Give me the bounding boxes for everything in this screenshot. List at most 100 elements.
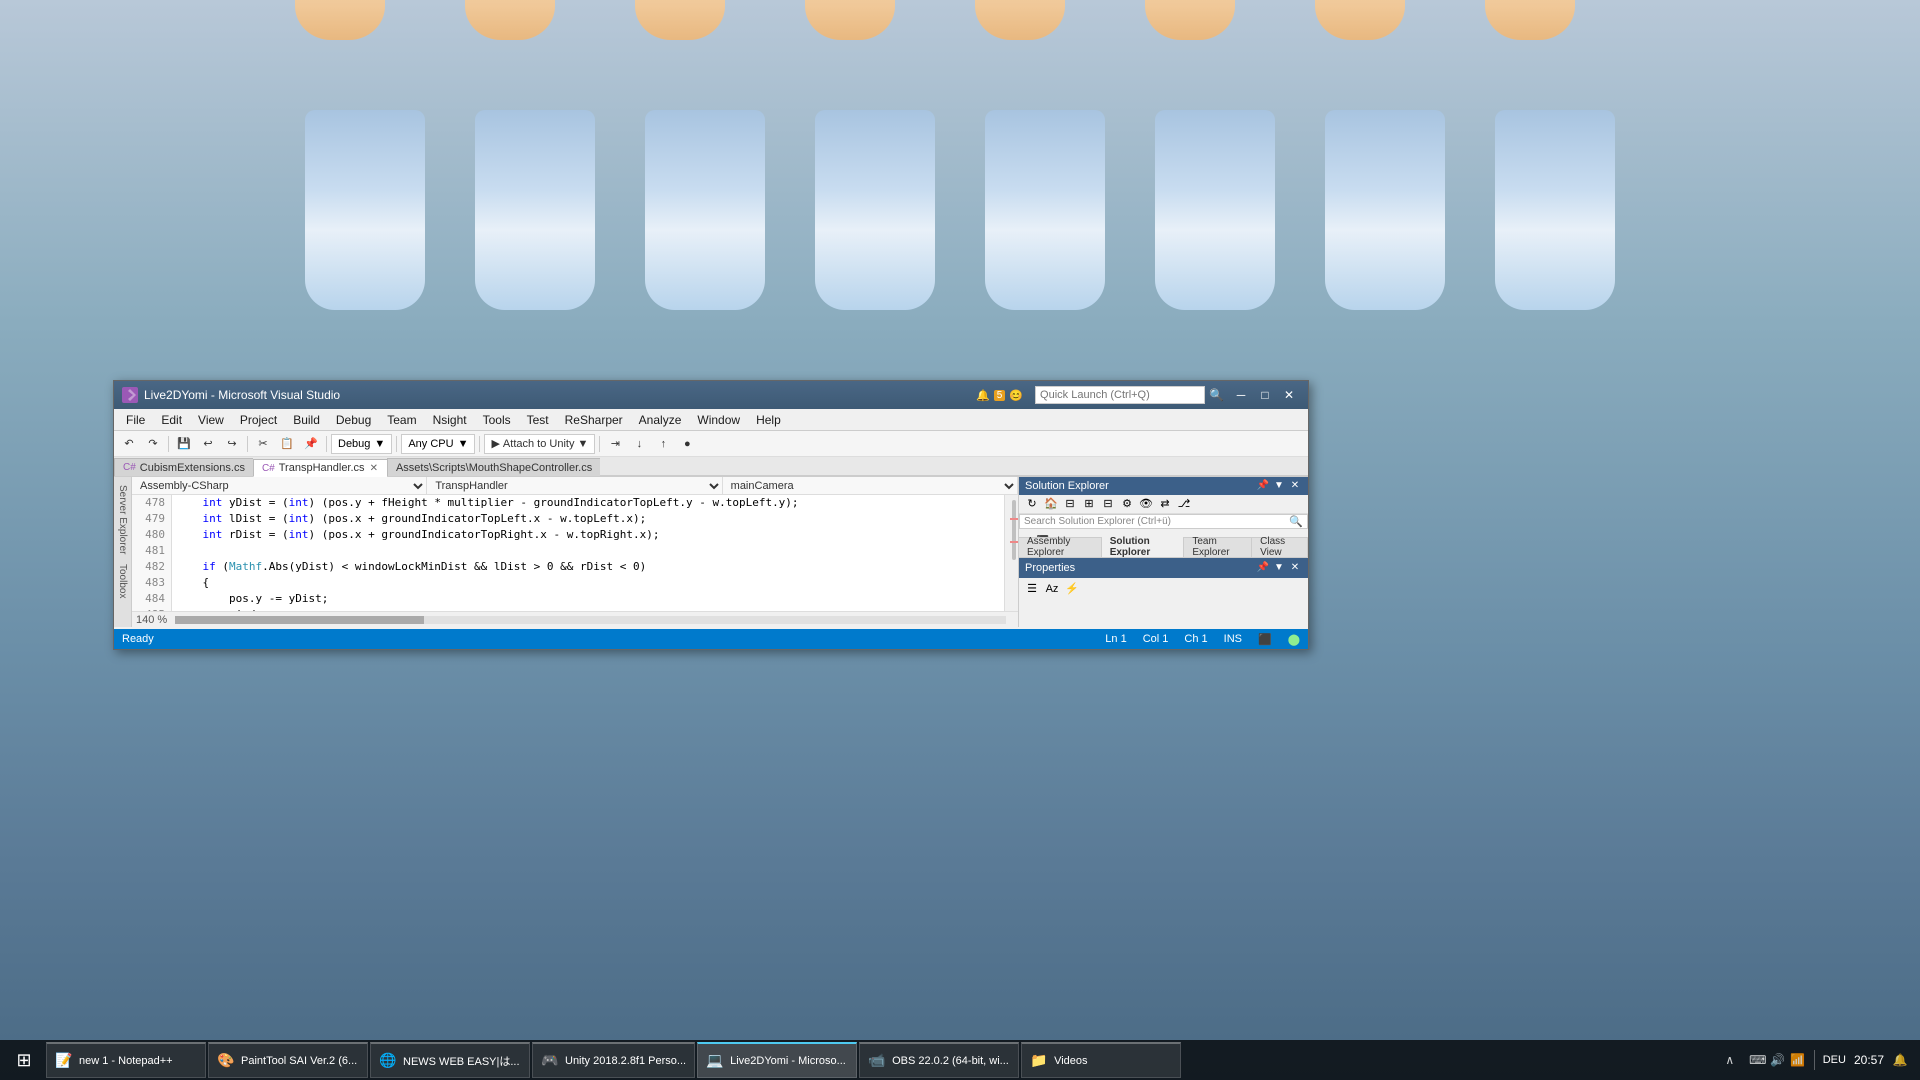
props-alpha-btn[interactable]: Az xyxy=(1043,580,1061,598)
taskbar-app-unity[interactable]: 🎮 Unity 2018.2.8f1 Perso... xyxy=(532,1042,695,1078)
props-close-btn[interactable]: ✕ xyxy=(1288,561,1302,575)
notifications-icon[interactable]: 🔔 xyxy=(1892,1052,1908,1068)
sol-tab-assembly[interactable]: Assembly Explorer xyxy=(1019,537,1102,557)
taskbar-app-vs[interactable]: 💻 Live2DYomi - Microso... xyxy=(697,1042,857,1078)
sol-tab-solution[interactable]: Solution Explorer xyxy=(1102,537,1185,557)
taskbar-app-news[interactable]: 🌐 NEWS WEB EASY|は... xyxy=(370,1042,530,1078)
menu-team[interactable]: Team xyxy=(379,411,424,429)
menu-analyze[interactable]: Analyze xyxy=(631,411,690,429)
member-select[interactable]: mainCamera xyxy=(723,477,1018,495)
attach-to-unity-button[interactable]: ▶ Attach to Unity ▼ xyxy=(484,434,595,454)
menu-file[interactable]: File xyxy=(118,411,153,429)
platform-dropdown[interactable]: Any CPU ▼ xyxy=(401,434,475,454)
menu-help[interactable]: Help xyxy=(748,411,789,429)
horizontal-scrollbar-thumb[interactable] xyxy=(175,616,424,624)
props-cat-btn[interactable]: ☰ xyxy=(1023,580,1041,598)
sol-refresh-btn[interactable]: ↻ xyxy=(1023,495,1041,513)
sol-props-btn[interactable]: ⚙ xyxy=(1118,495,1136,513)
vs-statusbar: Ready Ln 1 Col 1 Ch 1 INS ⬛ ⬤ xyxy=(114,629,1308,649)
tray-separator xyxy=(1814,1050,1815,1070)
menu-debug[interactable]: Debug xyxy=(328,411,379,429)
toolbar-paste-btn[interactable]: 📌 xyxy=(300,434,322,454)
tab-mouthshape-label: Assets\Scripts\MouthShapeController.cs xyxy=(396,462,592,474)
scrollbar-thumb[interactable] xyxy=(1012,500,1016,560)
toolbar-back-btn[interactable]: ↶ xyxy=(118,434,140,454)
chevron-up-icon[interactable]: ∧ xyxy=(1722,1052,1738,1068)
menu-view[interactable]: View xyxy=(190,411,232,429)
toolbar-step-over-btn[interactable]: ⇥ xyxy=(604,434,626,454)
debug-config-label: Debug xyxy=(338,438,370,450)
props-dropdown-btn[interactable]: ▼ xyxy=(1272,561,1286,575)
horizontal-scrollbar[interactable] xyxy=(175,616,1006,624)
panel-pin-btn[interactable]: 📌 xyxy=(1256,479,1270,493)
panel-close-btn[interactable]: ✕ xyxy=(1288,479,1302,493)
toolbar-save-btn[interactable]: 💾 xyxy=(173,434,195,454)
solution-panel-tabs: Assembly Explorer Solution Explorer Team… xyxy=(1019,537,1308,557)
menu-build[interactable]: Build xyxy=(285,411,328,429)
tab-cubism-label: CubismExtensions.cs xyxy=(140,462,245,474)
code-vertical-scrollbar[interactable] xyxy=(1004,495,1018,611)
props-control-buttons: 📌 ▼ ✕ xyxy=(1256,561,1302,575)
class-select[interactable]: TranspHandler xyxy=(427,477,722,495)
solution-search-box[interactable]: Search Solution Explorer (Ctrl+ü) 🔍 xyxy=(1019,514,1308,529)
taskbar-app-sai[interactable]: 🎨 PaintTool SAI Ver.2 (6... xyxy=(208,1042,368,1078)
sol-expand-btn[interactable]: ⊞ xyxy=(1080,495,1098,513)
assembly-select[interactable]: Assembly-CSharp xyxy=(132,477,427,495)
menu-project[interactable]: Project xyxy=(232,411,285,429)
tab-cubism[interactable]: C# CubismExtensions.cs xyxy=(114,458,253,476)
volume-icon[interactable]: 🔊 xyxy=(1770,1052,1786,1068)
toolbar-step-into-btn[interactable]: ↓ xyxy=(628,434,650,454)
tab-close-icon[interactable]: ✕ xyxy=(369,463,379,474)
menu-nsight[interactable]: Nsight xyxy=(425,411,475,429)
toolbar-redo-btn[interactable]: ↪ xyxy=(221,434,243,454)
toolbar-breakpoint-btn[interactable]: ● xyxy=(676,434,698,454)
menu-resharper[interactable]: ReSharper xyxy=(557,411,631,429)
sol-home-btn[interactable]: 🏠 xyxy=(1042,495,1060,513)
sol-git-btn[interactable]: ⎇ xyxy=(1175,495,1193,513)
props-pin-btn[interactable]: 📌 xyxy=(1256,561,1270,575)
server-explorer-tab[interactable]: Server Explorer xyxy=(115,481,130,558)
restore-button[interactable]: □ xyxy=(1254,386,1276,404)
toolbar-undo-btn[interactable]: ↩ xyxy=(197,434,219,454)
menu-window[interactable]: Window xyxy=(689,411,748,429)
sol-preview-btn[interactable]: 👁 xyxy=(1137,495,1155,513)
toolbar-forward-btn[interactable]: ↷ xyxy=(142,434,164,454)
search-icon-sol: 🔍 xyxy=(1289,515,1303,528)
taskbar-app-notepad[interactable]: 📝 new 1 - Notepad++ xyxy=(46,1042,206,1078)
toolbar-sep-4 xyxy=(396,436,397,452)
keyboard-icon[interactable]: ⌨ xyxy=(1750,1052,1766,1068)
sol-collapse-btn[interactable]: ⊟ xyxy=(1099,495,1117,513)
taskbar-right: ∧ ⌨ 🔊 📶 DEU 20:57 🔔 xyxy=(1718,1050,1916,1070)
sol-sync-btn[interactable]: ⇄ xyxy=(1156,495,1174,513)
notepad-label: new 1 - Notepad++ xyxy=(79,1055,173,1067)
toolbar-cut-btn[interactable]: ✂ xyxy=(252,434,274,454)
menu-test[interactable]: Test xyxy=(519,411,557,429)
cs-icon: C# xyxy=(123,462,136,473)
network-icon[interactable]: 📶 xyxy=(1790,1052,1806,1068)
sol-filter-btn[interactable]: ⊟ xyxy=(1061,495,1079,513)
toolbar-step-out-btn[interactable]: ↑ xyxy=(652,434,674,454)
taskbar: ⊞ 📝 new 1 - Notepad++ 🎨 PaintTool SAI Ve… xyxy=(0,1040,1920,1080)
quick-launch-input[interactable] xyxy=(1035,386,1205,404)
toolbar-copy-btn[interactable]: 📋 xyxy=(276,434,298,454)
menu-tools[interactable]: Tools xyxy=(475,411,519,429)
tab-transphandler[interactable]: C# TranspHandler.cs ✕ xyxy=(253,459,387,477)
character-4: 血小板 xyxy=(790,30,960,380)
panel-dropdown-btn[interactable]: ▼ xyxy=(1272,479,1286,493)
system-clock[interactable]: 20:57 xyxy=(1854,1053,1884,1067)
sol-tab-team[interactable]: Team Explorer xyxy=(1184,537,1252,557)
minimize-button[interactable]: ─ xyxy=(1230,386,1252,404)
debug-config-dropdown[interactable]: Debug ▼ xyxy=(331,434,392,454)
menu-edit[interactable]: Edit xyxy=(153,411,190,429)
start-button[interactable]: ⊞ xyxy=(4,1040,44,1080)
close-button[interactable]: ✕ xyxy=(1278,386,1300,404)
taskbar-app-obs[interactable]: 📹 OBS 22.0.2 (64-bit, wi... xyxy=(859,1042,1019,1078)
char-body xyxy=(645,110,765,310)
search-placeholder: Search Solution Explorer (Ctrl+ü) xyxy=(1024,516,1171,527)
sol-tab-class[interactable]: Class View xyxy=(1252,537,1308,557)
taskbar-app-videos[interactable]: 📁 Videos xyxy=(1021,1042,1181,1078)
toolbox-tab[interactable]: Toolbox xyxy=(115,560,130,602)
props-events-btn[interactable]: ⚡ xyxy=(1063,580,1081,598)
tab-mouthshape[interactable]: Assets\Scripts\MouthShapeController.cs xyxy=(387,458,600,476)
code-text-area[interactable]: int yDist = (int) (pos.y + fHeight * mul… xyxy=(172,495,1004,611)
